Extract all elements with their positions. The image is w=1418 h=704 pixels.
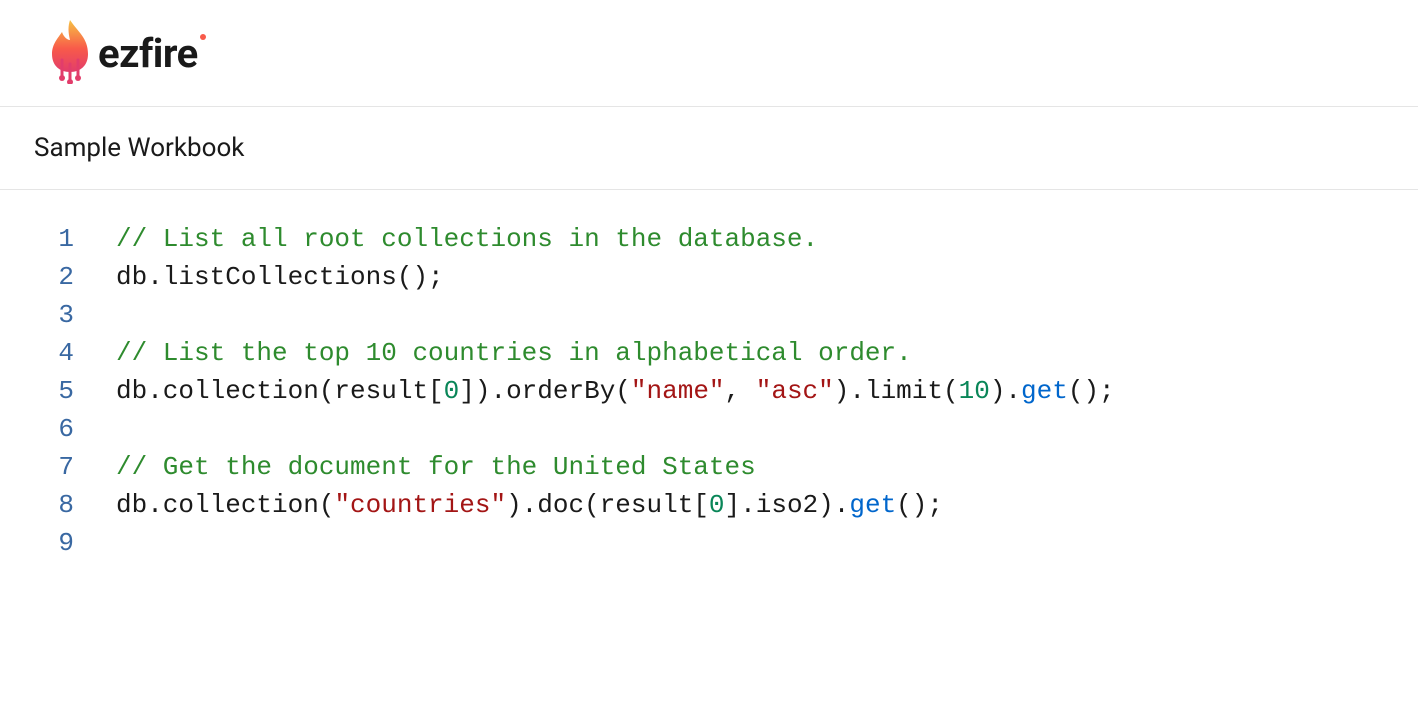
code-line[interactable] xyxy=(116,296,1418,334)
code-token: (); xyxy=(896,490,943,520)
code-token: ].iso2). xyxy=(725,490,850,520)
code-token: ]).orderBy( xyxy=(459,376,631,406)
code-token: 0 xyxy=(444,376,460,406)
code-token: "countries" xyxy=(334,490,506,520)
code-line[interactable]: // Get the document for the United State… xyxy=(116,448,1418,486)
brand-dot-icon xyxy=(200,34,206,40)
flame-icon xyxy=(48,18,92,88)
line-number: 7 xyxy=(0,448,74,486)
code-token: , xyxy=(725,376,756,406)
line-number: 5 xyxy=(0,372,74,410)
code-content[interactable]: // List all root collections in the data… xyxy=(98,220,1418,562)
code-line[interactable]: db.listCollections(); xyxy=(116,258,1418,296)
code-line[interactable]: db.collection("countries").doc(result[0]… xyxy=(116,486,1418,524)
code-editor[interactable]: 123456789 // List all root collections i… xyxy=(0,190,1418,562)
header: ezfire xyxy=(0,0,1418,107)
line-number: 6 xyxy=(0,410,74,448)
line-number: 4 xyxy=(0,334,74,372)
code-token: ).limit( xyxy=(834,376,959,406)
code-token: // Get the document for the United State… xyxy=(116,452,756,482)
code-token: get xyxy=(1021,376,1068,406)
line-number: 9 xyxy=(0,524,74,562)
brand-logo[interactable]: ezfire xyxy=(48,18,206,88)
code-token: 10 xyxy=(959,376,990,406)
code-token: (); xyxy=(1068,376,1115,406)
code-line[interactable] xyxy=(116,410,1418,448)
brand-name: ezfire xyxy=(98,30,198,77)
code-line[interactable]: // List all root collections in the data… xyxy=(116,220,1418,258)
line-number-gutter: 123456789 xyxy=(0,220,98,562)
code-token: db.listCollections(); xyxy=(116,262,444,292)
line-number: 3 xyxy=(0,296,74,334)
line-number: 8 xyxy=(0,486,74,524)
code-token: db.collection(result[ xyxy=(116,376,444,406)
code-token: // List the top 10 countries in alphabet… xyxy=(116,338,912,368)
code-token: db.collection( xyxy=(116,490,334,520)
title-bar: Sample Workbook xyxy=(0,107,1418,190)
code-token: get xyxy=(849,490,896,520)
code-token: // List all root collections in the data… xyxy=(116,224,818,254)
code-line[interactable]: // List the top 10 countries in alphabet… xyxy=(116,334,1418,372)
code-token: "asc" xyxy=(756,376,834,406)
code-line[interactable]: db.collection(result[0]).orderBy("name",… xyxy=(116,372,1418,410)
page-title: Sample Workbook xyxy=(34,133,1384,163)
code-line[interactable] xyxy=(116,524,1418,562)
code-token: "name" xyxy=(631,376,725,406)
code-token: ). xyxy=(990,376,1021,406)
line-number: 1 xyxy=(0,220,74,258)
code-token: 0 xyxy=(709,490,725,520)
code-token: ).doc(result[ xyxy=(506,490,709,520)
line-number: 2 xyxy=(0,258,74,296)
